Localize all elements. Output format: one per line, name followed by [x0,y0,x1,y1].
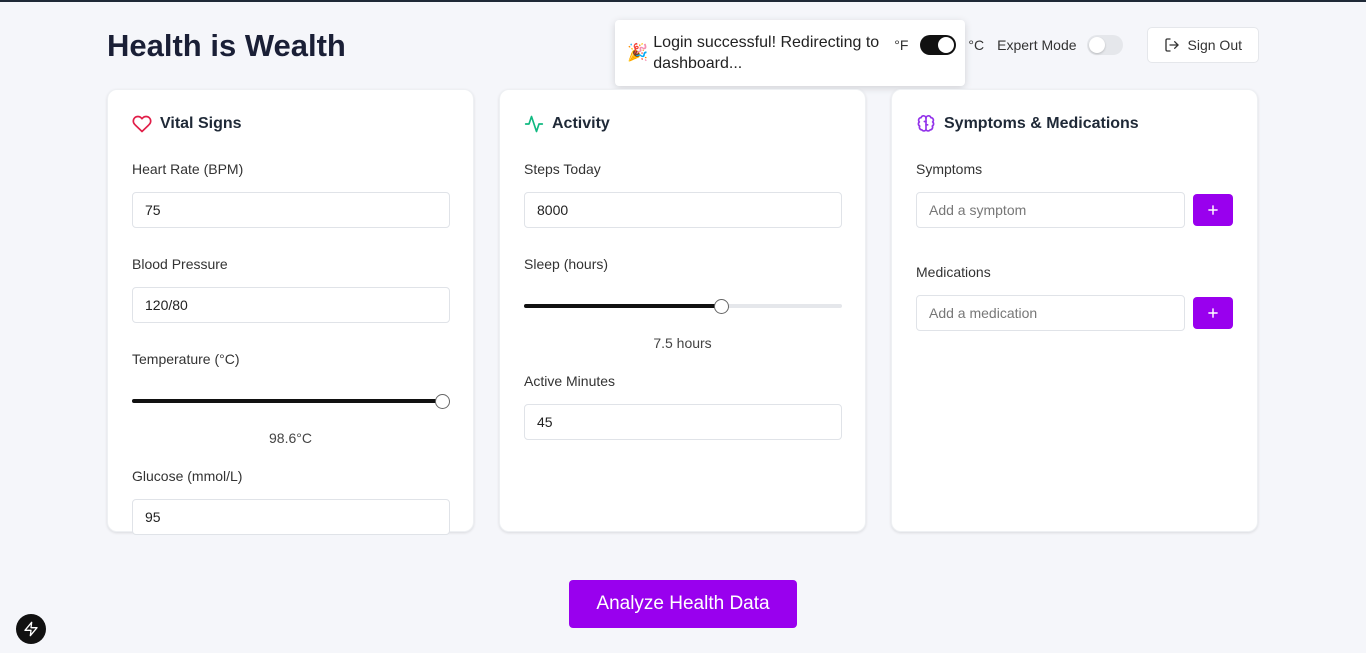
toggle-knob [938,37,955,53]
vital-signs-title: Vital Signs [160,115,242,132]
lightning-icon [24,621,38,637]
analyze-health-data-button[interactable]: Analyze Health Data [569,580,797,628]
toggle-knob [1088,37,1105,53]
add-symptom-button[interactable] [1193,194,1233,226]
steps-label: Steps Today [524,161,601,177]
app-title: Health is Wealth [107,28,346,63]
temperature-value: 98.6°C [269,430,312,446]
symptoms-label: Symptoms [916,161,983,177]
heart-rate-label: Heart Rate (BPM) [132,161,244,177]
header-controls: °F °C Expert Mode Sign Out [894,27,1259,63]
symptoms-medications-card: Symptoms & Medications Symptoms Add a sy… [891,89,1258,532]
sign-out-button[interactable]: Sign Out [1146,27,1259,63]
activity-card: Activity Steps Today 8000 Sleep (hours) … [499,89,866,532]
heart-icon [132,115,152,133]
log-out-icon [1164,38,1179,52]
blood-pressure-input[interactable]: 120/80 [132,287,450,323]
sign-out-label: Sign Out [1187,37,1242,53]
slider-fill [524,304,722,308]
add-medication-button[interactable] [1193,297,1233,329]
plus-icon [1208,205,1218,215]
party-popper-icon: 🎉 [627,43,649,62]
temperature-unit-toggle[interactable] [920,35,957,55]
blood-pressure-label: Blood Pressure [132,256,228,272]
slider-thumb[interactable] [714,299,730,314]
sleep-label: Sleep (hours) [524,256,609,272]
active-minutes-label: Active Minutes [524,373,616,389]
expert-mode-label: Expert Mode [997,37,1077,53]
active-minutes-input[interactable]: 45 [524,404,842,440]
heart-rate-input[interactable]: 75 [132,192,450,228]
medication-input[interactable]: Add a medication [916,295,1186,331]
symptom-input[interactable]: Add a symptom [916,192,1186,228]
slider-thumb[interactable] [435,394,451,409]
unit-f-label: °F [894,37,909,53]
plus-icon [1208,308,1218,318]
glucose-input[interactable]: 95 [132,499,450,535]
medication-add-row: Add a medication [916,295,1233,331]
symptom-add-row: Add a symptom [916,192,1233,228]
card-title: Symptoms & Medications [916,114,1233,134]
symptoms-medications-title: Symptoms & Medications [944,115,1139,132]
medications-label: Medications [916,264,991,280]
card-title: Vital Signs [132,114,449,134]
unit-c-label: °C [968,37,985,53]
activity-title: Activity [552,115,610,132]
sleep-value: 7.5 hours [653,335,712,351]
brain-icon [917,114,935,132]
temperature-label: Temperature (°C) [132,351,240,367]
quick-action-button[interactable] [16,614,46,644]
slider-fill [132,399,443,403]
glucose-label: Glucose (mmol/L) [132,468,243,484]
card-title: Activity [524,114,841,134]
vital-signs-card: Vital Signs Heart Rate (BPM) 75 Blood Pr… [107,89,474,535]
sleep-slider[interactable] [524,299,842,314]
temperature-slider[interactable] [132,394,451,409]
activity-icon [524,115,544,133]
header: Health is Wealth 🎉 Login successful! Red… [107,2,1259,88]
steps-input[interactable]: 8000 [524,192,842,228]
expert-mode-toggle[interactable] [1086,35,1123,55]
